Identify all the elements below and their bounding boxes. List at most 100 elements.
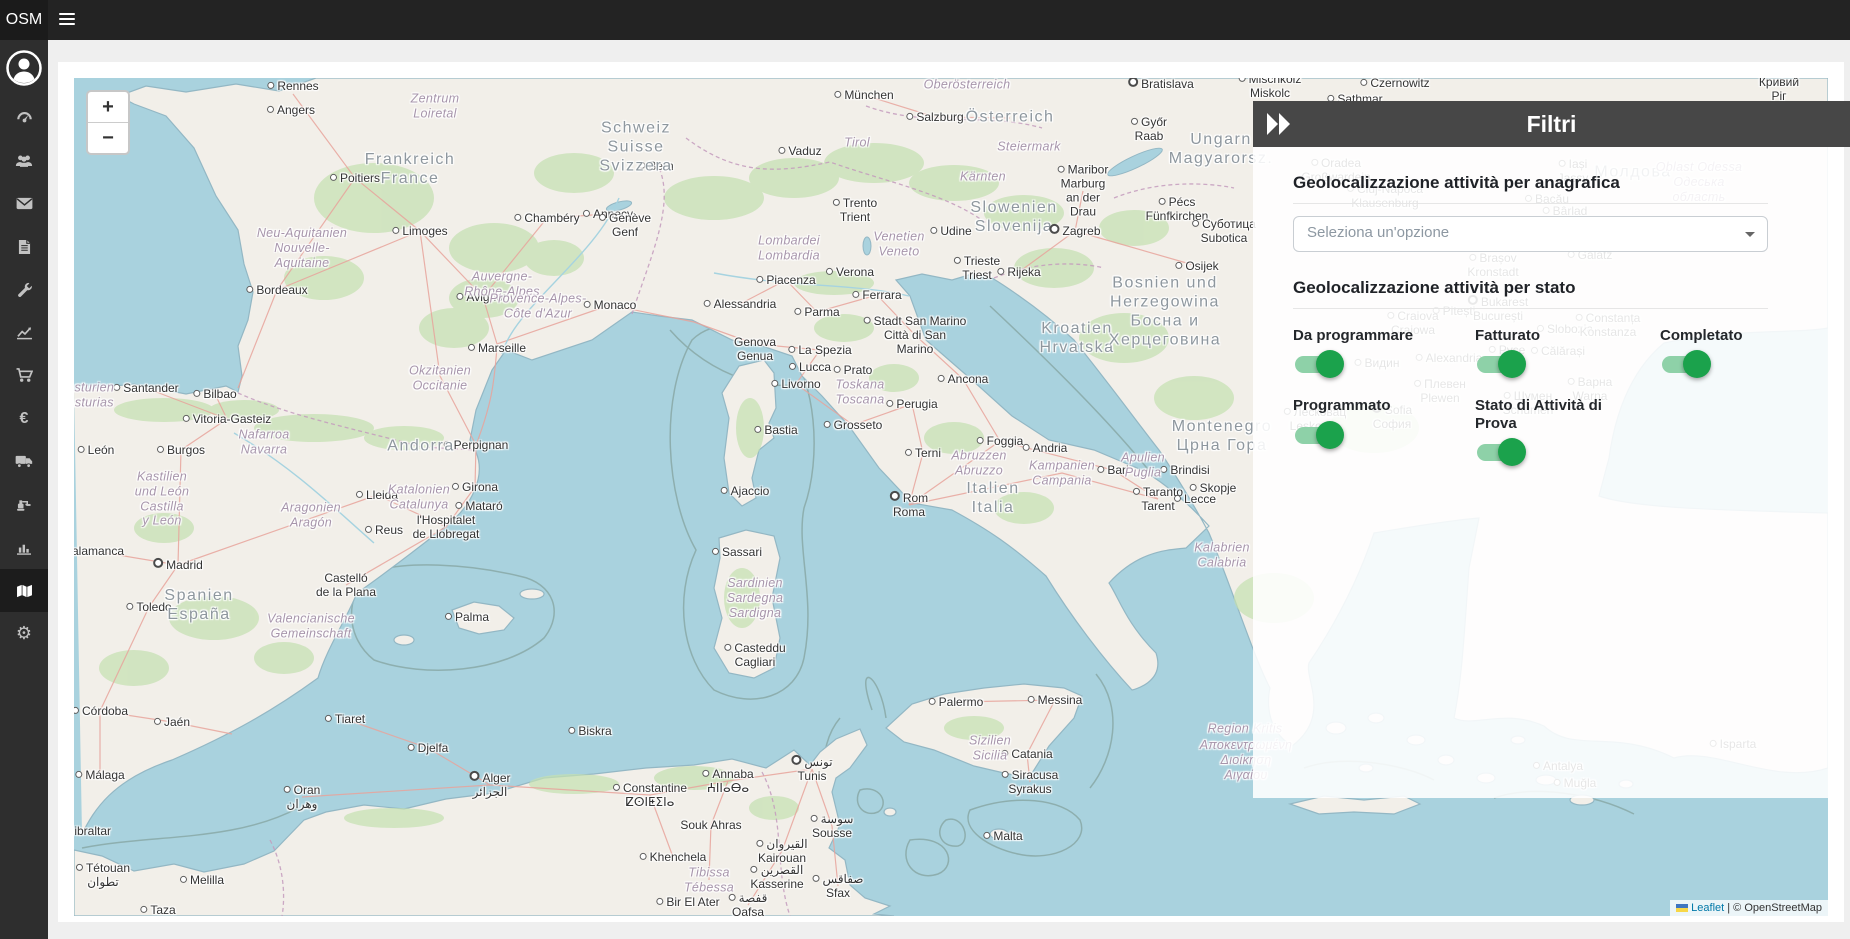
city-marker-dot [1097,466,1104,473]
city-marker-dot [771,380,778,387]
map-label-city: Burgos [157,443,205,457]
zoom-in-button[interactable]: + [88,92,128,123]
city-marker-dot [788,346,795,353]
map-label-city: Monaco [584,298,637,312]
map-label-city: Livorno [771,377,820,391]
map-label-region: Sizilien Sicilia [969,733,1011,763]
zoom-out-button[interactable]: − [88,123,128,153]
sidebar-item-map[interactable] [0,569,48,612]
map-label-region: Steiermark [997,140,1060,155]
map-label-city: Jaén [154,715,190,729]
sidebar-item-chart-line[interactable] [0,311,48,354]
select-placeholder: Seleziona un'opzione [1307,224,1449,241]
city-marker-dot [756,840,763,847]
sidebar-item-envelope[interactable] [0,182,48,225]
sidebar-item-machinery[interactable] [0,483,48,526]
sidebar-item-gauge[interactable] [0,96,48,139]
panel-title: Filtri [1253,111,1850,138]
map-label-city: Rom Roma [890,491,928,519]
map-label-city: Maribor Marburg an der Drau [1058,163,1109,220]
map-label-city: Reus [365,523,403,537]
users-icon [15,154,33,168]
city-marker-dot [1028,696,1035,703]
city-marker-dot [890,491,900,501]
map-label-city: Mataró [455,499,502,513]
city-marker-dot [791,755,801,765]
map-label-city: Salzburg [906,110,963,124]
hamburger-menu-icon[interactable] [59,13,75,27]
user-avatar[interactable] [0,40,48,96]
map-label-country: Frankreich France [365,151,456,189]
city-marker-dot [613,784,620,791]
city-marker-dot [756,276,763,283]
sidebar-item-wrench[interactable] [0,268,48,311]
map-label-city: Vaduz [778,144,821,158]
toggle-switch-stato-di-attivit-di-prova[interactable] [1477,444,1519,461]
city-marker-dot [1192,220,1199,227]
map-label-city: Osijek [1175,259,1218,273]
city-marker-dot [157,446,164,453]
map-label-city: Terni [905,446,941,460]
map-zoom-control: + − [86,90,130,155]
envelope-icon [16,197,33,210]
map-label-region: Tibissa Tébessa [684,865,734,895]
city-marker-dot [938,375,945,382]
map-label-region: Nafarroa Navarra [238,427,289,457]
city-marker-dot [267,82,274,89]
city-marker-dot [1360,79,1367,86]
collapse-panel-button[interactable] [1265,111,1293,137]
file-icon [18,239,31,255]
city-marker-dot [929,698,936,705]
sidebar-item-gear[interactable]: ⚙ [0,612,48,655]
app-logo: OSM [0,0,48,40]
sidebar-item-users[interactable] [0,139,48,182]
toggle-label: Stato di Attività di Prova [1475,397,1625,432]
map-label-city: تونس Tunis [791,755,832,783]
map-label-city: Palermo [929,695,984,709]
city-marker-dot [1159,198,1166,205]
toggle-switch-completato[interactable] [1662,356,1704,373]
toggle-switch-programmato[interactable] [1295,427,1337,444]
anagrafica-select[interactable]: Seleziona un'opzione [1293,216,1768,252]
map-label-region: Oberösterreich [924,78,1011,92]
map-label-city: Ajaccio [721,484,770,498]
map-label-region: Kastilien und León Castilla y León [135,470,190,529]
city-marker-dot [468,344,475,351]
map-label-city: Bilbao [193,387,236,401]
map-label-city: Foggia [977,434,1024,448]
section-heading-stato: Geolocalizzazione attività per stato [1293,278,1768,309]
map-label-city: Czernowitz [1360,78,1429,90]
map-label-country: Schweiz Suisse Svizzera [599,120,672,177]
map-label-region: Toskana Toscana [836,377,885,407]
toggle-switch-fatturato[interactable] [1477,356,1519,373]
sidebar-item-file[interactable] [0,225,48,268]
map-label-city: Trento Trient [833,196,877,224]
map-label-city: Alger الجزائر [469,771,510,799]
map-label-country: Österreich [966,109,1055,128]
sidebar-item-euro[interactable]: € [0,397,48,440]
toggle-knob [1683,350,1711,378]
city-marker-dot [1239,78,1246,82]
city-marker-dot [74,707,79,714]
map-label-city: Lucca [789,360,831,374]
map-label-city: Bratislava [1128,78,1194,91]
city-marker-dot [852,291,859,298]
map-label-city: Skopje [1190,481,1237,495]
map-label-region: Zentrum Loiretal [411,91,460,121]
sidebar-item-cart[interactable] [0,354,48,397]
toggle-cell: Programmato [1293,397,1475,461]
sidebar-item-truck[interactable] [0,440,48,483]
city-marker-dot [153,558,163,568]
map-label-city: Madrid [153,558,203,572]
map-label-country: Spanien España [164,587,233,625]
map-label-city: Genève Genf [599,211,651,239]
toggle-switch-da-programmare[interactable] [1295,356,1337,373]
city-marker-dot [455,502,462,509]
city-marker-dot [140,906,147,913]
user-circle-icon [6,50,42,86]
leaflet-link[interactable]: Leaflet [1691,902,1724,914]
map-label-region: Abruzzen Abruzzo [951,448,1006,478]
sidebar-item-chart-bar[interactable] [0,526,48,569]
map-label-city: Melilla [180,873,224,887]
city-marker-dot [1131,118,1138,125]
